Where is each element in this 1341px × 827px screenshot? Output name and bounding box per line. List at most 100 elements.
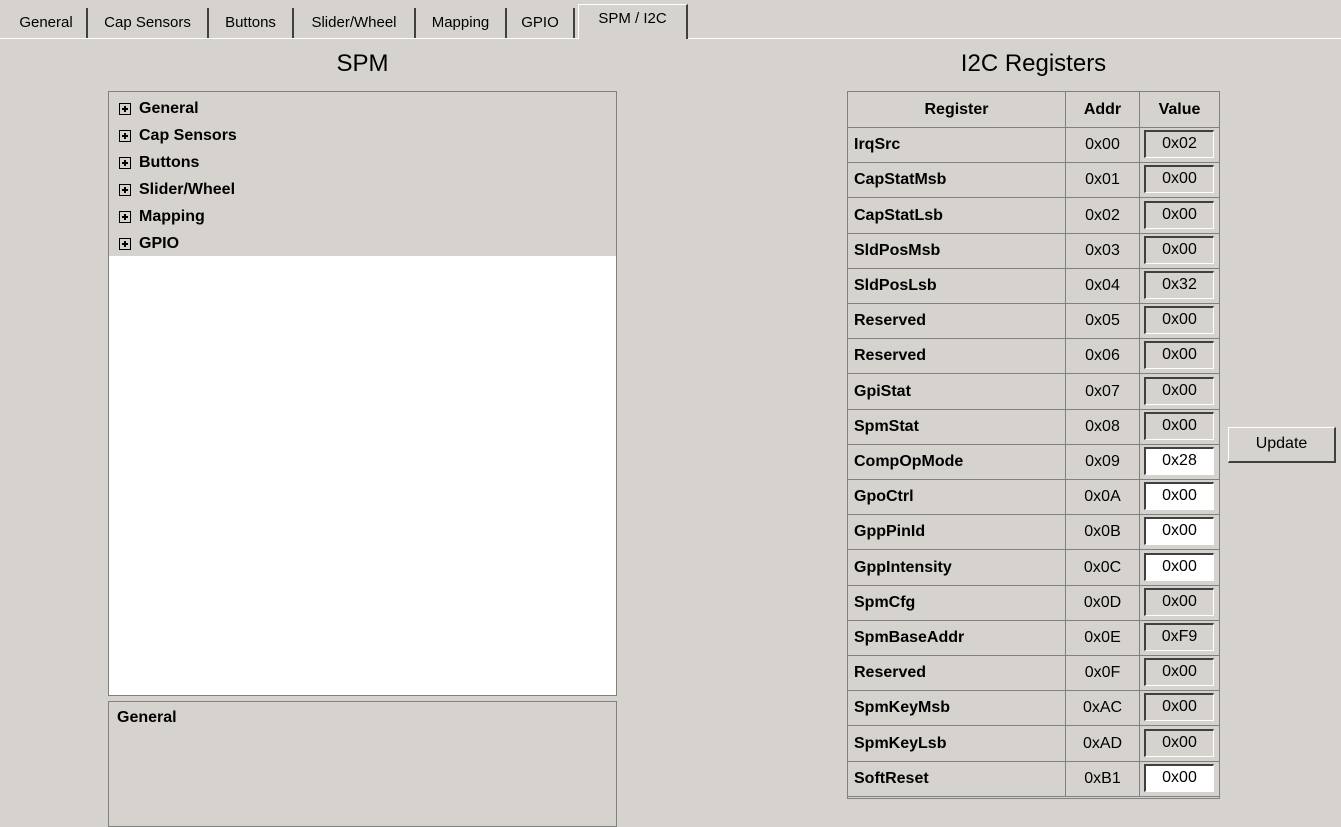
expand-icon[interactable] xyxy=(119,130,131,142)
spm-tree-items: General Cap Sensors Buttons Slider/Wheel… xyxy=(109,92,616,256)
register-value-cell: 0x28 xyxy=(1140,444,1219,480)
register-addr: 0xAD xyxy=(1066,726,1140,762)
update-button[interactable]: Update xyxy=(1228,427,1336,463)
register-addr: 0x09 xyxy=(1066,444,1140,480)
register-name: GpoCtrl xyxy=(848,479,1066,515)
register-name: Reserved xyxy=(848,338,1066,374)
register-addr: 0xAC xyxy=(1066,690,1140,726)
tree-item-label: Buttons xyxy=(139,154,200,171)
register-value-input[interactable]: 0x00 xyxy=(1144,764,1214,792)
register-name: GppIntensity xyxy=(848,550,1066,586)
tree-item-label: GPIO xyxy=(139,235,180,252)
expand-icon[interactable] xyxy=(119,103,131,115)
tab-general[interactable]: General xyxy=(0,8,88,38)
register-addr: 0x0A xyxy=(1066,479,1140,515)
register-value-cell: 0x00 xyxy=(1140,162,1219,198)
tab-mapping[interactable]: Mapping xyxy=(416,8,507,38)
register-value-input[interactable]: 0x00 xyxy=(1144,517,1214,545)
register-value-cell: 0x00 xyxy=(1140,338,1219,374)
register-addr: 0x0B xyxy=(1066,514,1140,550)
tab-strip: General Cap Sensors Buttons Slider/Wheel… xyxy=(0,0,1341,40)
tab-gpio[interactable]: GPIO xyxy=(507,8,575,38)
register-addr: 0x05 xyxy=(1066,303,1140,339)
tree-item-label: Mapping xyxy=(139,208,205,225)
expand-icon[interactable] xyxy=(119,157,131,169)
register-name: Reserved xyxy=(848,655,1066,691)
tree-item-label: Slider/Wheel xyxy=(139,181,236,198)
register-value-cell: 0x00 xyxy=(1140,198,1219,234)
tab-slider-wheel[interactable]: Slider/Wheel xyxy=(294,8,416,38)
register-name: Reserved xyxy=(848,303,1066,339)
register-addr: 0x04 xyxy=(1066,268,1140,304)
register-value-cell: 0x00 xyxy=(1140,761,1219,797)
register-name: SpmKeyLsb xyxy=(848,726,1066,762)
tab-cap-sensors[interactable]: Cap Sensors xyxy=(88,8,209,38)
register-name: SpmStat xyxy=(848,409,1066,445)
register-value-cell: 0x00 xyxy=(1140,303,1219,339)
register-value-cell: 0x00 xyxy=(1140,233,1219,269)
register-value-input[interactable]: 0x28 xyxy=(1144,447,1214,475)
register-addr: 0xB1 xyxy=(1066,761,1140,797)
expand-icon[interactable] xyxy=(119,238,131,250)
register-value-cell: 0x00 xyxy=(1140,726,1219,762)
register-value-readonly: 0x00 xyxy=(1144,693,1214,721)
register-name: SpmCfg xyxy=(848,585,1066,621)
register-value-readonly: 0x02 xyxy=(1144,130,1214,158)
column-header-value: Value xyxy=(1140,92,1219,128)
register-name: SoftReset xyxy=(848,761,1066,797)
register-name: CompOpMode xyxy=(848,444,1066,480)
register-value-cell: 0x32 xyxy=(1140,268,1219,304)
expand-icon[interactable] xyxy=(119,211,131,223)
register-value-readonly: 0x00 xyxy=(1144,306,1214,334)
register-value-readonly: 0x00 xyxy=(1144,729,1214,757)
register-addr: 0x03 xyxy=(1066,233,1140,269)
column-header-register: Register xyxy=(848,92,1066,128)
register-name: CapStatLsb xyxy=(848,198,1066,234)
register-value-cell: 0x00 xyxy=(1140,585,1219,621)
register-value-input[interactable]: 0x00 xyxy=(1144,553,1214,581)
register-value-cell: 0x00 xyxy=(1140,550,1219,586)
register-name: IrqSrc xyxy=(848,127,1066,163)
spm-tree[interactable]: General Cap Sensors Buttons Slider/Wheel… xyxy=(108,91,617,696)
register-value-readonly: 0x00 xyxy=(1144,341,1214,369)
register-value-readonly: 0x00 xyxy=(1144,658,1214,686)
register-value-readonly: 0x00 xyxy=(1144,201,1214,229)
tree-item-label: General xyxy=(139,100,199,117)
register-addr: 0x0F xyxy=(1066,655,1140,691)
register-name: SldPosLsb xyxy=(848,268,1066,304)
register-value-cell: 0x00 xyxy=(1140,690,1219,726)
expand-icon[interactable] xyxy=(119,184,131,196)
register-addr: 0x07 xyxy=(1066,374,1140,410)
i2c-registers-title: I2C Registers xyxy=(960,50,1107,77)
register-value-cell: 0x00 xyxy=(1140,374,1219,410)
register-addr: 0x0C xyxy=(1066,550,1140,586)
register-value-readonly: 0x00 xyxy=(1144,588,1214,616)
register-addr: 0x02 xyxy=(1066,198,1140,234)
register-value-cell: 0x00 xyxy=(1140,409,1219,445)
register-addr: 0x0E xyxy=(1066,620,1140,656)
register-value-cell: 0x00 xyxy=(1140,479,1219,515)
register-value-readonly: 0x00 xyxy=(1144,412,1214,440)
register-addr: 0x06 xyxy=(1066,338,1140,374)
register-value-readonly: 0x00 xyxy=(1144,165,1214,193)
register-grid: Register Addr Value IrqSrc 0x00 0x02 CapSta… xyxy=(847,91,1220,799)
register-name: GppPinId xyxy=(848,514,1066,550)
register-name: CapStatMsb xyxy=(848,162,1066,198)
spm-title: SPM xyxy=(336,50,389,77)
register-value-input[interactable]: 0x00 xyxy=(1144,482,1214,510)
description-title: General xyxy=(117,709,177,726)
register-value-readonly: 0x00 xyxy=(1144,236,1214,264)
register-name: GpiStat xyxy=(848,374,1066,410)
register-value-cell: 0x00 xyxy=(1140,514,1219,550)
tab-buttons[interactable]: Buttons xyxy=(209,8,294,38)
column-header-addr: Addr xyxy=(1066,92,1140,128)
register-addr: 0x01 xyxy=(1066,162,1140,198)
register-name: SpmKeyMsb xyxy=(848,690,1066,726)
description-panel: General xyxy=(108,701,617,827)
register-value-readonly: 0x00 xyxy=(1144,377,1214,405)
register-addr: 0x0D xyxy=(1066,585,1140,621)
register-value-cell: 0x00 xyxy=(1140,655,1219,691)
tree-item-label: Cap Sensors xyxy=(139,127,237,144)
tab-spm-i2c[interactable]: SPM / I2C xyxy=(578,4,688,39)
register-name: SpmBaseAddr xyxy=(848,620,1066,656)
